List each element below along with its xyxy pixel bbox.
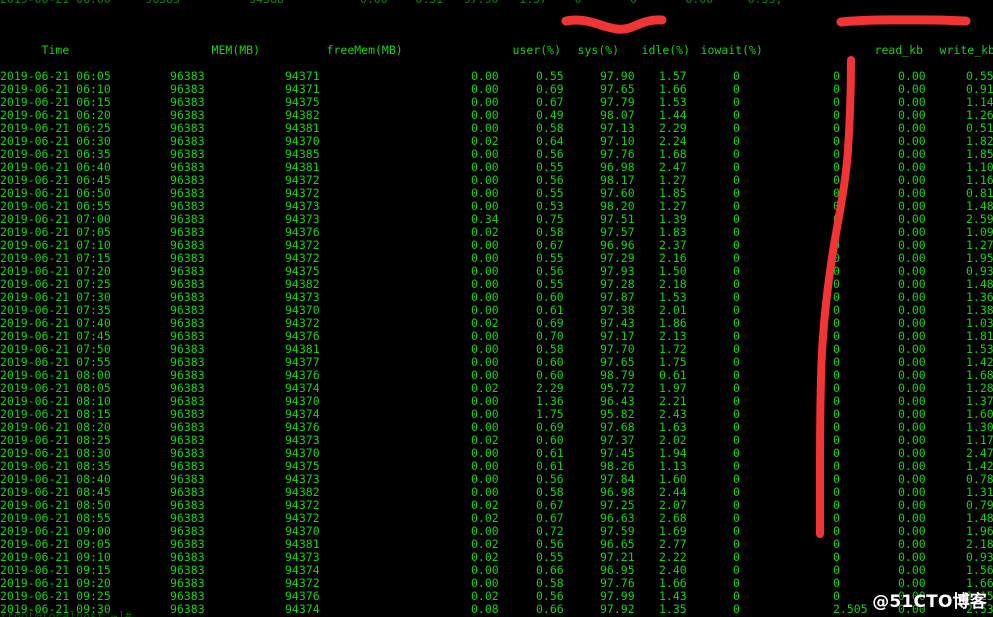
- swap-load-header-strike: [836, 15, 971, 27]
- swap-column-vertical-line: [816, 56, 855, 538]
- clipped-prompt-line: [root@localhost ~]#: [0, 609, 132, 617]
- iowait-squiggle-underline: [561, 15, 667, 34]
- annotation-overlay: [561, 15, 971, 538]
- site-watermark: @51CTO博客: [872, 592, 987, 612]
- terminal-window[interactable]: 2019-06-21 06:00 96383 94368 0.00 0.51 9…: [0, 0, 993, 617]
